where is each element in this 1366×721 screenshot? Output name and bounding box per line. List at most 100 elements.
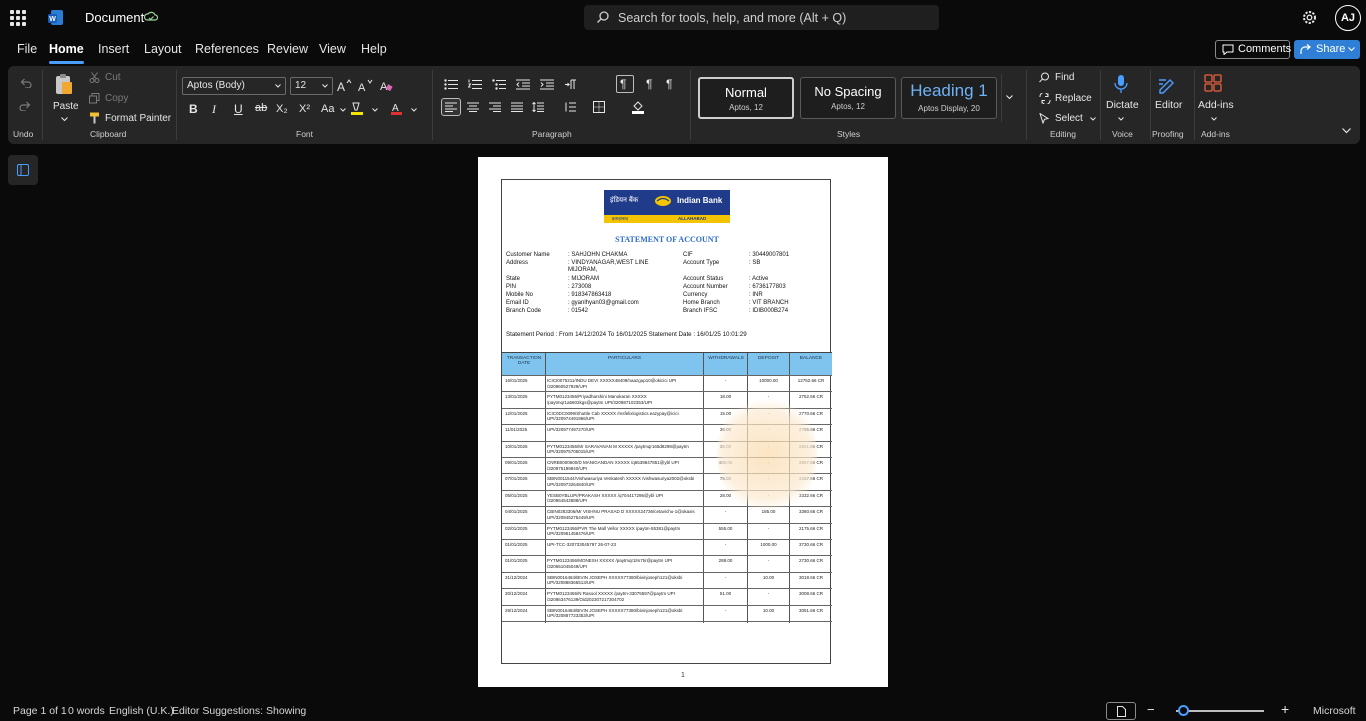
menu-bar: File Home Insert Layout References Revie… [0,36,1366,64]
align-center-icon[interactable] [467,102,479,112]
tab-help[interactable]: Help [361,42,387,56]
increase-indent-icon[interactable] [540,79,554,90]
format-painter-icon[interactable] [89,112,100,124]
addins-grid-icon[interactable] [1204,74,1222,92]
grow-font-icon[interactable]: A [337,79,352,92]
multilevel-list-icon[interactable] [492,79,506,90]
borders-icon[interactable] [593,101,605,113]
paragraph-spacing-icon[interactable] [564,102,576,112]
word-count[interactable]: 0 words [68,705,105,717]
cloud-saved-icon[interactable] [144,10,158,24]
cell-particulars: ICICI0075211/INDU DEVI XXXXX48408/naazgu… [547,378,677,389]
ribbon-collapse-chevron-icon[interactable] [1342,128,1351,134]
select-label[interactable]: Select [1055,113,1083,124]
addins-label[interactable]: Add-ins [1198,99,1234,111]
justify-icon[interactable] [511,102,523,112]
highlight-icon[interactable] [351,102,363,115]
shrink-font-icon[interactable]: A [358,79,373,92]
italic-icon[interactable]: I [212,102,216,117]
line-spacing-icon[interactable] [532,102,544,112]
page-count[interactable]: Page 1 of 1 [13,705,67,717]
replace-label[interactable]: Replace [1055,93,1092,104]
dictate-label[interactable]: Dictate [1106,99,1139,111]
zoom-in-icon[interactable]: + [1281,701,1289,717]
font-family-select[interactable]: Aptos (Body) [182,77,286,95]
navigation-pane-button[interactable] [8,155,38,185]
styles-group-label: Styles [837,129,861,139]
print-layout-button[interactable] [1106,702,1136,720]
change-case-icon[interactable]: Aa [321,103,334,115]
select-cursor-icon[interactable] [1039,113,1050,124]
tab-references[interactable]: References [195,42,259,56]
cut-label[interactable]: Cut [105,72,121,83]
find-icon[interactable] [1039,72,1050,83]
bold-icon[interactable]: B [189,102,198,116]
chevron-down-icon[interactable] [1211,117,1217,121]
chevron-down-icon [1006,95,1013,100]
tab-review[interactable]: Review [267,42,308,56]
style-heading-1[interactable]: Heading 1 Aptos Display, 20 [901,77,997,119]
field-value: : INR [749,292,763,298]
font-size-select[interactable]: 12 [290,77,333,95]
style-no-spacing[interactable]: No Spacing Aptos, 12 [800,77,896,119]
microphone-icon[interactable] [1114,74,1128,94]
copy-icon[interactable] [89,93,100,104]
copy-label[interactable]: Copy [105,93,128,104]
zoom-slider-handle[interactable] [1178,705,1189,716]
share-button[interactable]: Share [1294,40,1360,59]
decrease-indent-icon[interactable] [516,79,530,90]
zoom-slider[interactable] [1176,710,1264,712]
editor-label[interactable]: Editor [1155,99,1182,111]
language[interactable]: English (U.K.) [109,705,174,717]
subscript-icon[interactable]: X₂ [276,103,288,115]
align-right-icon[interactable] [489,102,501,112]
chevron-down-icon[interactable] [1090,117,1096,121]
settings-gear-icon[interactable] [1301,9,1318,26]
show-formatting-icon[interactable]: ¶ [666,77,672,91]
user-avatar[interactable]: AJ [1335,5,1361,31]
font-size-value: 12 [295,80,307,91]
editor-suggestions[interactable]: Editor Suggestions: Showing [172,705,306,717]
document-page[interactable]: इंडियन बैंक Indian Bank इलाहाबाद ALLAHAB… [478,157,888,687]
search-box[interactable]: Search for tools, help, and more (Alt + … [584,5,939,30]
chevron-down-icon[interactable] [61,117,68,122]
chevron-down-icon[interactable] [372,108,378,112]
editor-pen-icon[interactable] [1157,74,1177,94]
strikethrough-icon[interactable]: ab [255,102,267,114]
style-normal[interactable]: Normal Aptos, 12 [698,77,794,119]
redo-icon[interactable] [19,101,32,111]
comments-button[interactable]: Comments [1215,40,1291,59]
chevron-down-icon[interactable] [411,108,417,112]
cut-icon[interactable] [89,72,100,83]
tab-layout[interactable]: Layout [144,42,182,56]
tab-file[interactable]: File [17,42,37,56]
paste-label[interactable]: Paste [53,101,79,112]
field-label: Mobile No [506,292,534,298]
paste-icon[interactable] [54,72,74,96]
zoom-out-icon[interactable]: − [1147,702,1155,717]
bullets-icon[interactable] [444,79,458,90]
clear-formatting-icon[interactable]: A [380,79,393,92]
tab-view[interactable]: View [319,42,346,56]
format-painter-label[interactable]: Format Painter [105,113,171,124]
cell-balance: 2730.66 CR [798,558,824,564]
superscript-icon[interactable]: X² [299,103,310,115]
field-value: : VIT BRANCH [749,300,789,306]
ltr-direction-icon[interactable] [564,79,578,90]
app-launcher-icon[interactable] [10,10,26,26]
tab-home[interactable]: Home [49,42,84,64]
pilcrow-ltr-icon[interactable]: ¶ [646,77,652,91]
cell-withdrawal: 288.00 [718,558,733,564]
font-color-icon[interactable]: A [391,102,402,115]
numbering-icon[interactable] [468,79,482,90]
divider [690,70,691,140]
document-title[interactable]: Document [85,10,144,25]
undo-icon[interactable] [19,78,32,88]
replace-icon[interactable] [1039,93,1051,104]
shading-icon[interactable] [632,101,644,114]
find-label[interactable]: Find [1055,72,1074,83]
chevron-down-icon[interactable] [340,108,346,112]
chevron-down-icon[interactable] [1118,117,1124,121]
tab-insert[interactable]: Insert [98,42,129,56]
underline-icon[interactable]: U [234,102,243,116]
